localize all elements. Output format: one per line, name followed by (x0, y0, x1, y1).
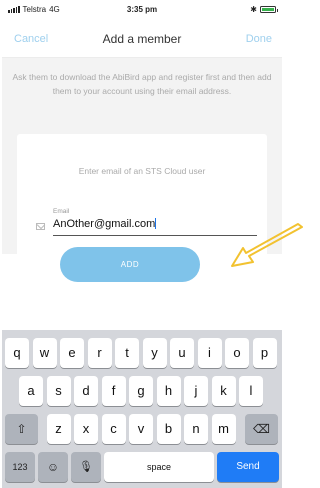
email-value: AnOther@gmail.com (53, 218, 156, 230)
status-time: 3:35 pm (126, 5, 158, 14)
bluetooth-icon: ✱ (250, 5, 257, 14)
key-s[interactable]: s (46, 376, 71, 406)
mail-icon (36, 223, 45, 230)
key-i[interactable]: i (197, 338, 222, 368)
status-right: ✱ (250, 5, 278, 14)
shift-icon: ⇧ (16, 422, 27, 436)
backspace-key[interactable]: ⌫ (245, 414, 278, 444)
key-l[interactable]: l (239, 376, 263, 406)
key-z[interactable]: z (46, 414, 71, 444)
numbers-key[interactable]: 123 (5, 452, 35, 482)
key-u[interactable]: u (170, 338, 194, 368)
email-field[interactable]: AnOther@gmail.com (53, 218, 157, 230)
key-v[interactable]: v (129, 414, 153, 444)
dictation-key[interactable]: 🎙 (71, 452, 101, 482)
page-title: Add a member (102, 32, 182, 46)
battery-icon (260, 6, 278, 13)
status-bar: Telstra 4G 3:35 pm ✱ (2, 0, 282, 20)
key-h[interactable]: h (156, 376, 181, 406)
key-d[interactable]: d (74, 376, 98, 406)
space-key[interactable]: space (104, 452, 214, 482)
key-a[interactable]: a (19, 376, 43, 406)
phone-screen: Telstra 4G 3:35 pm ✱ Cancel Add a member… (2, 0, 282, 488)
emoji-key[interactable]: ☺ (38, 452, 68, 482)
key-k[interactable]: k (211, 376, 236, 406)
card-prompt: Enter email of an STS Cloud user (78, 166, 206, 176)
key-e[interactable]: e (60, 338, 84, 368)
key-g[interactable]: g (129, 376, 153, 406)
key-w[interactable]: w (32, 338, 57, 368)
text-caret (155, 218, 157, 229)
backspace-icon: ⌫ (253, 422, 270, 436)
done-button[interactable]: Done (246, 33, 272, 45)
key-y[interactable]: y (142, 338, 167, 368)
navigation-bar: Cancel Add a member Done (2, 20, 282, 58)
key-c[interactable]: c (101, 414, 126, 444)
key-t[interactable]: t (115, 338, 139, 368)
key-m[interactable]: m (211, 414, 236, 444)
emoji-icon: ☺ (46, 460, 60, 474)
instructions-text: Ask them to download the AbiBird app and… (12, 72, 272, 96)
key-n[interactable]: n (184, 414, 208, 444)
key-f[interactable]: f (101, 376, 126, 406)
key-o[interactable]: o (225, 338, 249, 368)
shift-key[interactable]: ⇧ (5, 414, 38, 444)
email-underline (53, 235, 257, 236)
microphone-icon: 🎙 (79, 461, 93, 473)
add-button[interactable]: ADD (60, 247, 200, 282)
key-x[interactable]: x (74, 414, 98, 444)
keyboard: q w e r t y u i o p a s d f g h j k l ⇧ … (2, 330, 282, 488)
key-j[interactable]: j (184, 376, 208, 406)
key-b[interactable]: b (156, 414, 181, 444)
key-q[interactable]: q (5, 338, 29, 368)
key-r[interactable]: r (87, 338, 112, 368)
send-key[interactable]: Send (217, 452, 279, 482)
email-label: Email (53, 208, 70, 215)
key-p[interactable]: p (252, 338, 277, 368)
